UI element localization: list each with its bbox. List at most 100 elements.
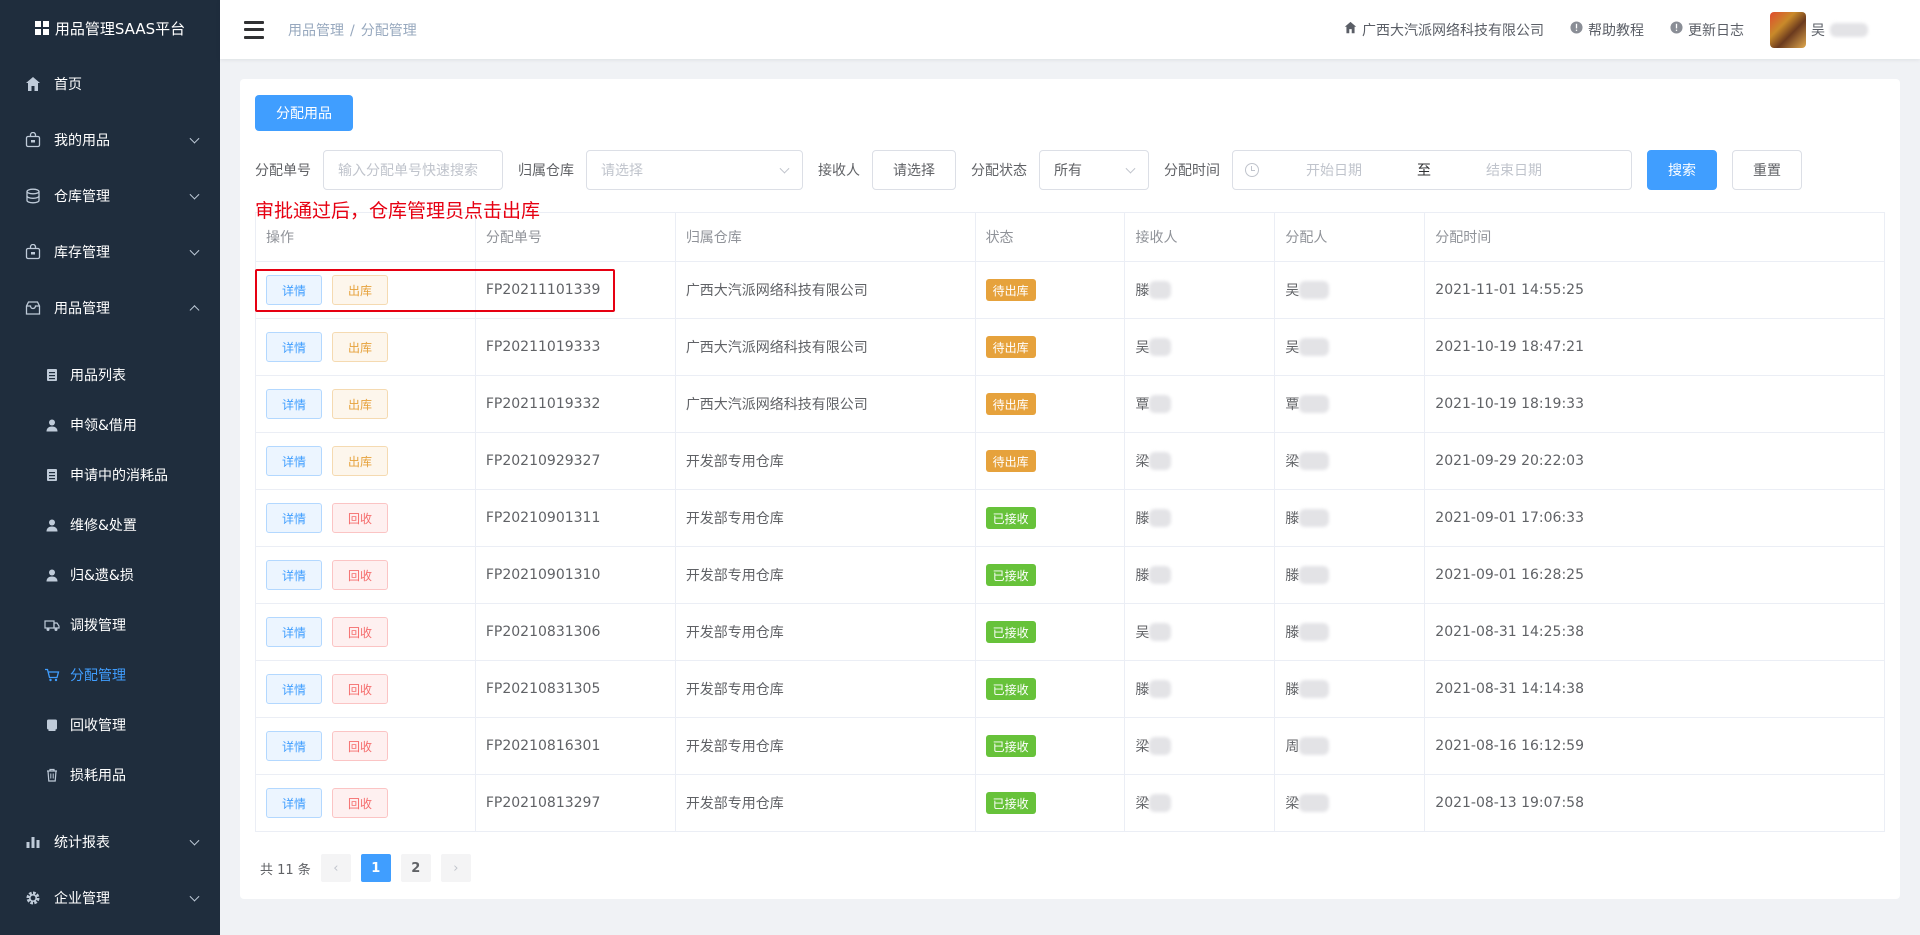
changelog-label: 更新日志 bbox=[1688, 22, 1744, 39]
detail-button[interactable]: 详情 bbox=[266, 275, 322, 305]
assigner-cell: 梁 bbox=[1274, 432, 1426, 490]
user-menu[interactable]: 吴 bbox=[1770, 11, 1868, 48]
search-button[interactable]: 搜索 bbox=[1647, 150, 1717, 190]
outbound-button[interactable]: 出库 bbox=[332, 446, 388, 476]
masked-name bbox=[1149, 566, 1172, 584]
sidebar-item-transfer[interactable]: 调拨管理 bbox=[0, 600, 220, 650]
receiver-select-button[interactable]: 请选择 bbox=[872, 150, 956, 190]
breadcrumb-parent[interactable]: 用品管理 bbox=[288, 23, 344, 39]
help-label: 帮助教程 bbox=[1588, 22, 1644, 39]
prev-page-button[interactable]: ‹ bbox=[320, 854, 351, 882]
start-date-input[interactable]: 开始日期 bbox=[1259, 160, 1409, 180]
column-header: 分配人 bbox=[1274, 212, 1426, 262]
sidebar-item-recycle[interactable]: 回收管理 bbox=[0, 700, 220, 750]
status-cell: 已接收 bbox=[975, 489, 1126, 547]
receiver-initial: 滕 bbox=[1135, 283, 1150, 299]
order-number-cell: FP20210816301 bbox=[475, 717, 676, 775]
box-icon bbox=[24, 299, 42, 317]
detail-button[interactable]: 详情 bbox=[266, 560, 322, 590]
masked-name bbox=[1299, 737, 1330, 755]
sidebar-item-my-supplies[interactable]: 我的用品 bbox=[0, 112, 220, 168]
recycle-button[interactable]: 回收 bbox=[332, 731, 388, 761]
receiver-cell: 吴 bbox=[1124, 318, 1276, 376]
app-logo[interactable]: 用品管理SAAS平台 bbox=[0, 0, 220, 56]
sidebar-item-assignment[interactable]: 分配管理 bbox=[0, 650, 220, 700]
sidebar-item-return-lost-damage[interactable]: 归&遗&损 bbox=[0, 550, 220, 600]
menu-toggle-icon[interactable] bbox=[244, 20, 264, 39]
range-separator: 至 bbox=[1417, 163, 1431, 179]
receiver-cell: 滕 bbox=[1124, 261, 1276, 319]
order-number-cell: FP20210813297 bbox=[475, 774, 676, 832]
action-cell: 详情 出库 bbox=[255, 432, 476, 490]
database-icon bbox=[24, 187, 42, 205]
detail-button[interactable]: 详情 bbox=[266, 389, 322, 419]
page-button[interactable]: 1 bbox=[360, 854, 391, 882]
status-badge: 待出库 bbox=[985, 336, 1036, 358]
sidebar-item-supplies[interactable]: 用品管理 bbox=[0, 280, 220, 336]
info-icon bbox=[1670, 21, 1683, 38]
order-number-input[interactable]: 输入分配单号快速搜索 bbox=[323, 150, 503, 190]
recycle-button[interactable]: 回收 bbox=[332, 503, 388, 533]
table-row: 详情 回收 FP20210901311 开发部专用仓库 已接收 滕 滕 2021-… bbox=[255, 489, 1885, 547]
sidebar-item-label: 申请中的消耗品 bbox=[70, 468, 168, 484]
detail-button[interactable]: 详情 bbox=[266, 503, 322, 533]
help-link[interactable]: 帮助教程 bbox=[1570, 20, 1644, 40]
status-cell: 已接收 bbox=[975, 660, 1126, 718]
outbound-button[interactable]: 出库 bbox=[332, 332, 388, 362]
sidebar-item-enterprise[interactable]: 企业管理 bbox=[0, 870, 220, 926]
page-button[interactable]: 2 bbox=[400, 854, 431, 882]
recycle-button[interactable]: 回收 bbox=[332, 788, 388, 818]
recycle-button[interactable]: 回收 bbox=[332, 560, 388, 590]
outbound-button[interactable]: 出库 bbox=[332, 275, 388, 305]
next-page-button[interactable]: › bbox=[440, 854, 471, 882]
warehouse-select[interactable]: 请选择 bbox=[586, 150, 803, 190]
sidebar-item-pending-consumables[interactable]: 申请中的消耗品 bbox=[0, 450, 220, 500]
order-number-cell: FP20211101339 bbox=[475, 261, 676, 319]
masked-name bbox=[1299, 623, 1330, 641]
detail-button[interactable]: 详情 bbox=[266, 617, 322, 647]
status-cell: 已接收 bbox=[975, 717, 1126, 775]
sidebar-item-warehouse[interactable]: 仓库管理 bbox=[0, 168, 220, 224]
grid-icon bbox=[34, 21, 49, 35]
action-cell: 详情 出库 bbox=[255, 375, 476, 433]
assign-supplies-button[interactable]: 分配用品 bbox=[255, 95, 353, 131]
recycle-button[interactable]: 回收 bbox=[332, 617, 388, 647]
column-header: 接收人 bbox=[1124, 212, 1276, 262]
annotation-text: 审批通过后，仓库管理员点击出库 bbox=[255, 200, 541, 222]
detail-button[interactable]: 详情 bbox=[266, 446, 322, 476]
receiver-cell: 覃 bbox=[1124, 375, 1276, 433]
sidebar-item-home[interactable]: 首页 bbox=[0, 56, 220, 112]
sidebar-item-reports[interactable]: 统计报表 bbox=[0, 814, 220, 870]
assigner-initial: 梁 bbox=[1285, 454, 1300, 470]
changelog-link[interactable]: 更新日志 bbox=[1670, 20, 1744, 40]
warehouse-cell: 广西大汽派网络科技有限公司 bbox=[675, 375, 976, 433]
detail-button[interactable]: 详情 bbox=[266, 674, 322, 704]
sidebar-item-label: 调拨管理 bbox=[70, 618, 126, 634]
sidebar-item-inventory[interactable]: 库存管理 bbox=[0, 224, 220, 280]
chevron-down-icon bbox=[189, 245, 200, 256]
sidebar-item-claim-borrow[interactable]: 申领&借用 bbox=[0, 400, 220, 450]
company-link[interactable]: 广西大汽派网络科技有限公司 bbox=[1344, 20, 1544, 40]
detail-button[interactable]: 详情 bbox=[266, 332, 322, 362]
detail-button[interactable]: 详情 bbox=[266, 731, 322, 761]
date-range-picker[interactable]: 开始日期 至 结束日期 bbox=[1232, 150, 1632, 190]
end-date-input[interactable]: 结束日期 bbox=[1439, 160, 1589, 180]
reset-button[interactable]: 重置 bbox=[1732, 150, 1802, 190]
table-row: 详情 回收 FP20210831305 开发部专用仓库 已接收 滕 滕 2021-… bbox=[255, 660, 1885, 718]
document-icon bbox=[44, 467, 60, 483]
assign-time-cell: 2021-11-01 14:55:25 bbox=[1424, 261, 1885, 319]
status-select[interactable]: 所有 bbox=[1039, 150, 1149, 190]
sidebar-item-label: 维修&处置 bbox=[70, 518, 137, 534]
detail-button[interactable]: 详情 bbox=[266, 788, 322, 818]
sidebar-item-repair-disposal[interactable]: 维修&处置 bbox=[0, 500, 220, 550]
masked-name bbox=[1299, 338, 1330, 356]
warehouse-cell: 开发部专用仓库 bbox=[675, 489, 976, 547]
sidebar-item-loss[interactable]: 损耗用品 bbox=[0, 750, 220, 800]
sidebar-item-supply-list[interactable]: 用品列表 bbox=[0, 350, 220, 400]
outbound-button[interactable]: 出库 bbox=[332, 389, 388, 419]
table-row: 详情 出库 FP20211019333 广西大汽派网络科技有限公司 待出库 吴 吴… bbox=[255, 318, 1885, 376]
recycle-button[interactable]: 回收 bbox=[332, 674, 388, 704]
receiver-initial: 滕 bbox=[1135, 568, 1150, 584]
breadcrumb-current: 分配管理 bbox=[360, 22, 417, 39]
header-right: 广西大汽派网络科技有限公司 帮助教程 更新日志 吴 bbox=[1344, 0, 1920, 59]
